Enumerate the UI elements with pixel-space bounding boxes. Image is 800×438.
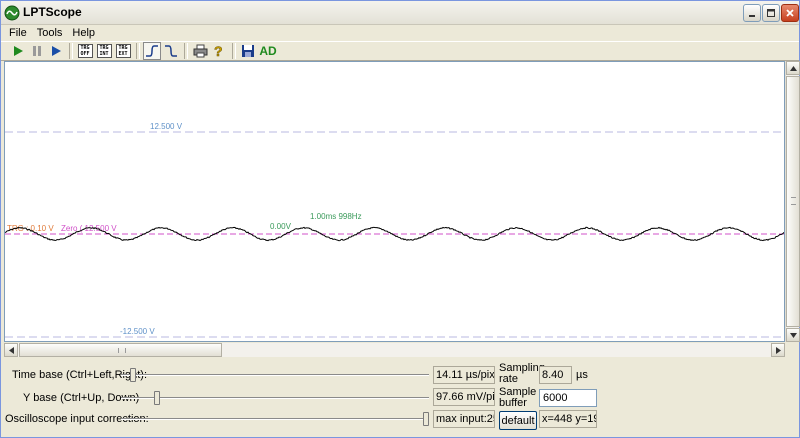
trigger-off-button[interactable]: TRG OFF [76,42,94,60]
close-icon [786,9,794,17]
zero-label: Zero ( 12.500 V [61,224,117,233]
scroll-left-button[interactable] [4,343,18,357]
toolbar-separator [69,43,73,59]
cursor-position-readout: x=448 y=199 [539,410,597,428]
falling-edge-icon [165,45,177,57]
falling-edge-button[interactable] [162,42,180,60]
title-bar[interactable]: LPTScope [1,1,799,25]
menu-file[interactable]: File [4,27,32,39]
maximize-button[interactable] [762,4,780,22]
scroll-down-button[interactable] [786,328,800,342]
toolbar-separator [184,43,188,59]
horizontal-scroll-thumb[interactable] [19,343,222,357]
floppy-disk-icon [242,45,254,57]
trigger-internal-icon: TRG INT [96,44,112,58]
toolbar-separator [136,43,140,59]
rising-edge-button[interactable] [143,42,161,60]
svg-text:?: ? [214,44,223,58]
ad-button[interactable]: AD [258,42,278,60]
minimize-icon [749,15,755,17]
toolbar-separator [232,43,236,59]
control-panel: Time base (Ctrl+Left,Right): 14.11 µs/pi… [1,359,799,437]
time-base-slider-thumb[interactable] [130,368,137,382]
horizontal-scrollbar[interactable] [4,343,785,357]
application-window: LPTScope File Tools Help TRG OFF TRG INT [0,0,800,438]
minimize-button[interactable] [743,4,761,22]
app-icon [4,5,20,21]
default-button[interactable]: default [499,411,537,430]
center-voltage-label: 0.00V [270,222,292,231]
arrow-up-icon [789,65,797,71]
toolbar: TRG OFF TRG INT TRG EXT ? AD [1,41,799,61]
trigger-off-icon: TRG OFF [77,44,93,58]
waveform-canvas: 12.500 V TRG : 0.10 V Zero ( 12.500 V 0.… [5,122,784,338]
input-correction-slider-thumb[interactable] [423,412,429,426]
sampling-rate-label: Sampling rate [499,362,545,385]
scroll-up-button[interactable] [786,61,800,75]
time-base-readout: 14.11 µs/pixel [433,366,495,384]
save-button[interactable] [239,42,257,60]
lower-level-label: -12.500 V [120,327,155,336]
sampling-rate-unit: µs [576,369,588,381]
time-base-slider-track[interactable] [121,374,429,376]
rising-edge-icon [146,45,158,57]
menu-tools[interactable]: Tools [32,27,68,39]
arrow-right-icon [775,346,781,354]
help-button[interactable]: ? [210,42,228,60]
upper-level-label: 12.500 V [150,122,183,131]
step-button[interactable] [47,42,65,60]
step-play-icon [52,46,61,56]
maximize-icon [767,9,775,17]
arrow-left-icon [8,346,14,354]
sample-buffer-label: Sample buffer [499,386,537,409]
y-base-slider-track[interactable] [121,397,429,399]
menu-help[interactable]: Help [67,27,100,39]
close-button[interactable] [781,4,799,22]
sample-buffer-input[interactable] [539,389,597,407]
measurement-label: 1.00ms 998Hz [310,212,362,221]
input-correction-readout: max input:25.0 [433,410,495,428]
ad-label: AD [259,44,277,58]
window-title: LPTScope [23,5,82,19]
arrow-down-icon [789,332,797,338]
pause-button[interactable] [28,42,46,60]
oscilloscope-display[interactable]: 12.500 V TRG : 0.10 V Zero ( 12.500 V 0.… [4,61,785,342]
play-button[interactable] [9,42,27,60]
sampling-rate-value: 8.40 [539,366,572,384]
vertical-scroll-thumb[interactable] [786,76,800,327]
pause-icon [33,46,41,56]
trigger-internal-button[interactable]: TRG INT [95,42,113,60]
scroll-right-button[interactable] [771,343,785,357]
printer-icon [193,44,207,58]
print-button[interactable] [191,42,209,60]
vertical-scrollbar[interactable] [785,61,800,342]
input-correction-slider-track[interactable] [121,418,429,420]
play-icon [14,46,23,56]
trigger-external-button[interactable]: TRG EXT [114,42,132,60]
menu-bar: File Tools Help [1,25,799,41]
question-mark-icon: ? [214,44,223,58]
y-base-readout: 97.66 mV/pixel [433,388,495,406]
trigger-external-icon: TRG EXT [115,44,131,58]
y-base-slider-thumb[interactable] [154,391,161,405]
